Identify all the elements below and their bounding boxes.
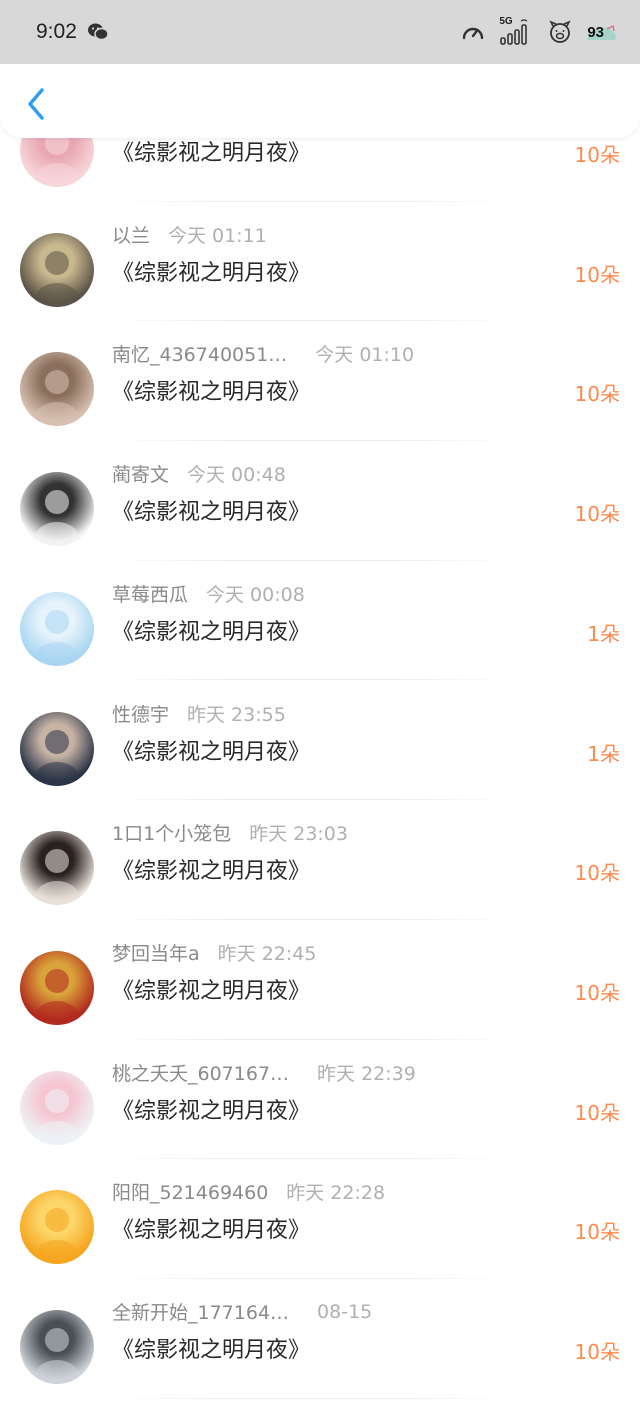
dark-hair-avatar[interactable] <box>20 831 94 906</box>
phone-cases-avatar[interactable] <box>20 232 94 307</box>
flower-count: 10朵 <box>574 382 620 407</box>
battery-icon: 93 <box>587 23 616 41</box>
book-title: 《综影视之明月夜》 <box>112 380 311 406</box>
user-name[interactable]: 性德宇 <box>112 700 169 727</box>
list-item[interactable]: 蔺寄文 今天 00:48 《综影视之明月夜》 10朵 <box>0 441 640 561</box>
timestamp: 昨天 23:55 <box>187 703 286 726</box>
orange-swirl-avatar[interactable] <box>20 1190 94 1265</box>
user-name[interactable]: 南忆_436740051… <box>112 340 287 367</box>
user-name[interactable]: 梦回当年a <box>112 939 200 966</box>
battery-level: 93 <box>587 23 604 41</box>
timestamp: 今天 00:48 <box>187 464 286 487</box>
list-item[interactable]: 1口1个小笼包 昨天 23:03 《综影视之明月夜》 10朵 <box>0 800 640 920</box>
cat-avatar[interactable] <box>20 1070 94 1145</box>
list-item[interactable]: 南忆_436740051… 今天 01:10 《综影视之明月夜》 10朵 <box>0 321 640 442</box>
flower-count: 10朵 <box>574 262 620 287</box>
timestamp: 昨天 22:45 <box>217 942 317 965</box>
flower-count: 1朵 <box>587 741 620 766</box>
list-item[interactable]: ✿流萤✿今天 01:19《综影视之明月夜》10朵 <box>0 134 640 202</box>
user-meta: 全新开始_177164… 08-15 <box>112 1298 372 1325</box>
user-name[interactable]: 全新开始_177164… <box>112 1298 289 1325</box>
book-title: 《综影视之明月夜》 <box>112 260 311 286</box>
user-meta: 1口1个小笼包 昨天 23:03 <box>112 819 348 846</box>
list-item[interactable]: 草莓西瓜 今天 00:08 《综影视之明月夜》 1朵 <box>0 561 640 681</box>
book-title: 《综影视之明月夜》 <box>112 141 311 166</box>
sky-figure-avatar[interactable] <box>20 591 94 666</box>
flower-count: 10朵 <box>574 1100 620 1125</box>
book-title: 《综影视之明月夜》 <box>112 619 311 645</box>
timestamp: 昨天 22:39 <box>317 1062 416 1085</box>
girl-portrait-avatar[interactable] <box>20 134 94 187</box>
flower-count: 10朵 <box>574 1220 620 1245</box>
status-time: 9:02 <box>36 20 77 43</box>
user-meta: 南忆_436740051… 今天 01:10 <box>112 340 414 367</box>
movie-poster-avatar[interactable] <box>20 950 94 1025</box>
timestamp: 今天 00:08 <box>206 583 305 606</box>
row-divider <box>112 1397 512 1399</box>
book-title: 《综影视之明月夜》 <box>112 859 311 885</box>
gift-record-list: ✿流萤✿今天 01:19《综影视之明月夜》10朵以兰今天 01:11《综影视之明… <box>0 134 640 1408</box>
book-title: 《综影视之明月夜》 <box>112 1338 311 1363</box>
user-name[interactable]: 桃之夭夭_607167… <box>112 1059 289 1086</box>
window-cat-avatar[interactable] <box>20 1310 94 1384</box>
list-item[interactable]: 全新开始_177164… 08-15 《综影视之明月夜》 10朵 <box>0 1279 640 1399</box>
user-meta: 梦回当年a 昨天 22:45 <box>112 939 316 966</box>
book-title: 《综影视之明月夜》 <box>112 1098 311 1124</box>
user-meta: 蔺寄文 今天 00:48 <box>112 460 286 487</box>
list-item[interactable]: 桃之夭夭_607167… 昨天 22:39 《综影视之明月夜》 10朵 <box>0 1040 640 1160</box>
user-name[interactable]: 阳阳_521469460 <box>112 1178 268 1205</box>
sunglasses-person-avatar[interactable] <box>20 472 94 547</box>
top-nav-bar <box>0 64 640 138</box>
timestamp: 今天 01:10 <box>315 344 415 367</box>
user-name[interactable]: 1口1个小笼包 <box>112 819 231 846</box>
timestamp: 昨天 22:28 <box>286 1182 386 1205</box>
flower-count: 10朵 <box>574 502 620 527</box>
user-meta: 阳阳_521469460 昨天 22:28 <box>112 1178 385 1205</box>
user-name[interactable]: 以兰 <box>112 221 150 248</box>
boy-portrait-avatar[interactable] <box>20 711 94 786</box>
timestamp: 今天 01:11 <box>168 224 267 247</box>
wechat-icon <box>87 22 109 42</box>
book-title: 《综影视之明月夜》 <box>112 1218 311 1244</box>
user-name[interactable]: 蔺寄文 <box>112 460 169 487</box>
timestamp: 昨天 23:03 <box>249 823 348 846</box>
book-title: 《综影视之明月夜》 <box>112 978 311 1004</box>
flower-count: 10朵 <box>574 1340 620 1364</box>
speedometer-icon <box>461 21 485 43</box>
book-title: 《综影视之明月夜》 <box>112 739 311 765</box>
back-button[interactable] <box>20 84 52 124</box>
user-meta: 桃之夭夭_607167… 昨天 22:39 <box>112 1059 416 1086</box>
user-meta: 性德宇 昨天 23:55 <box>112 700 286 727</box>
flower-count: 10朵 <box>574 980 620 1005</box>
status-bar: 9:02 5G 93 <box>0 0 640 64</box>
flower-count: 10朵 <box>574 861 620 886</box>
list-item[interactable]: 以兰 今天 01:11 《综影视之明月夜》 10朵 <box>0 202 640 322</box>
signal-5g-icon: 5G <box>499 16 533 46</box>
user-meta: 以兰 今天 01:11 <box>112 221 267 248</box>
user-name[interactable]: 草莓西瓜 <box>112 580 188 607</box>
pig-mascot-icon <box>547 19 573 45</box>
list-item[interactable]: 阳阳_521469460 昨天 22:28 《综影视之明月夜》 10朵 <box>0 1159 640 1279</box>
list-item[interactable]: 性德宇 昨天 23:55 《综影视之明月夜》 1朵 <box>0 681 640 801</box>
couple-avatar[interactable] <box>20 352 94 427</box>
book-title: 《综影视之明月夜》 <box>112 500 311 526</box>
flower-count: 10朵 <box>574 143 620 167</box>
chevron-left-icon <box>28 88 44 120</box>
flower-count: 1朵 <box>587 621 620 646</box>
list-item[interactable]: 梦回当年a 昨天 22:45 《综影视之明月夜》 10朵 <box>0 920 640 1040</box>
timestamp: 08-15 <box>317 1300 373 1323</box>
user-meta: 草莓西瓜 今天 00:08 <box>112 580 305 607</box>
